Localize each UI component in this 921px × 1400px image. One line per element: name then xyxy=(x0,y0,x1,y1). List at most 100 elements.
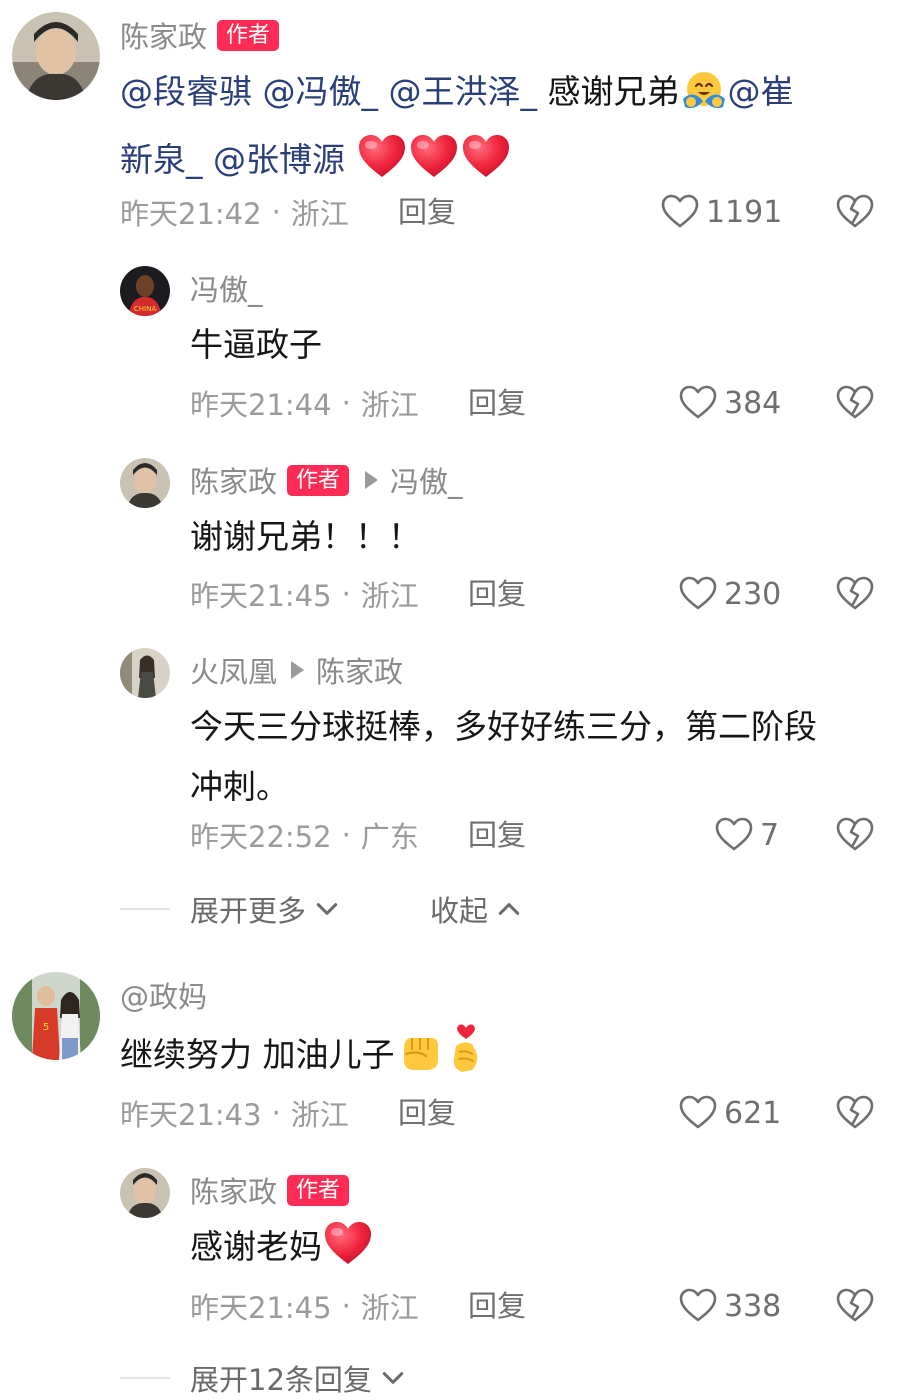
heart-outline-icon xyxy=(678,383,718,423)
comment-header: 陈家政 作者 冯傲_ xyxy=(190,460,463,500)
broken-heart-outline-icon[interactable] xyxy=(835,192,875,232)
reply-button[interactable]: 回复 xyxy=(468,383,526,423)
red-heart-emoji-icon xyxy=(409,133,459,198)
collapse-label: 收起 xyxy=(430,894,489,928)
avatar[interactable]: 5 xyxy=(12,972,100,1060)
author-name[interactable]: 陈家政 xyxy=(190,1169,277,1211)
mention-link[interactable]: @张博源 xyxy=(213,140,345,179)
chevron-up-icon xyxy=(496,896,522,922)
raised-fist-emoji-icon xyxy=(396,1026,444,1093)
collapse-button[interactable]: 收起 xyxy=(430,887,522,931)
comment-text-segment: 感谢兄弟 xyxy=(537,72,680,111)
reply-button[interactable]: 回复 xyxy=(468,574,526,614)
comment-meta: 昨天22:52 · 广东 xyxy=(190,815,419,855)
chevron-down-icon xyxy=(314,896,340,922)
red-heart-emoji-icon xyxy=(323,1220,373,1285)
broken-heart-outline-icon[interactable] xyxy=(835,1093,875,1133)
comment-meta: 昨天21:45 · 浙江 xyxy=(190,1286,419,1326)
like-button[interactable]: 7 xyxy=(714,813,779,857)
heart-outline-icon xyxy=(678,1093,718,1133)
reply-button[interactable]: 回复 xyxy=(398,1093,456,1133)
avatar[interactable] xyxy=(120,648,170,698)
timestamp: 昨天22:52 xyxy=(190,820,332,854)
like-count: 621 xyxy=(724,1095,782,1131)
reply-button[interactable]: 回复 xyxy=(468,815,526,855)
author-name[interactable]: 陈家政 xyxy=(190,459,277,501)
meta-separator: · xyxy=(341,386,351,420)
reply-to-arrow-icon xyxy=(365,471,379,489)
broken-heart-outline-icon[interactable] xyxy=(835,815,875,855)
location: 浙江 xyxy=(360,1291,419,1325)
like-count: 338 xyxy=(724,1288,782,1324)
timestamp: 昨天21:42 xyxy=(120,197,262,231)
heart-outline-icon xyxy=(660,192,700,232)
comment-text: @段睿骐 @冯傲_ @王洪泽_ 感谢兄弟 @崔新泉_ @张博源 xyxy=(120,62,880,198)
author-name[interactable]: @政妈 xyxy=(120,974,207,1016)
author-badge: 作者 xyxy=(287,1174,350,1206)
comment-text: 牛逼政子 xyxy=(190,325,322,364)
comment-item: 5 @政妈 继续努力 加油儿子 昨天21:43 · 浙江 回复 621 xyxy=(0,960,921,1140)
like-count: 384 xyxy=(724,385,782,421)
divider-line xyxy=(120,908,170,910)
expand-more-button[interactable]: 展开更多 xyxy=(190,887,340,931)
expand-replies-button[interactable]: 展开12条回复 xyxy=(190,1356,406,1400)
comment-header: 陈家政 作者 xyxy=(190,1169,350,1211)
reply-button[interactable]: 回复 xyxy=(468,1286,526,1326)
like-count: 1191 xyxy=(706,194,783,230)
timestamp: 昨天21:45 xyxy=(190,579,332,613)
reply-to-name[interactable]: 冯傲_ xyxy=(390,459,463,501)
like-button[interactable]: 1191 xyxy=(660,190,782,234)
heart-outline-icon xyxy=(714,815,754,855)
comment-text: 感谢老妈 xyxy=(190,1217,374,1285)
like-button[interactable]: 230 xyxy=(678,572,781,616)
mention-link[interactable]: @崔 xyxy=(728,72,794,111)
broken-heart-outline-icon[interactable] xyxy=(835,1286,875,1326)
reply-item: 陈家政 作者 感谢老妈 昨天21:45 · 浙江 回复 338 xyxy=(0,1160,921,1330)
comment-header: @政妈 xyxy=(120,975,207,1015)
comment-item: 陈家政 作者 @段睿骐 @冯傲_ @王洪泽_ 感谢兄弟 @崔 新泉_ @张博源 昨… xyxy=(0,0,921,250)
comment-header: 冯傲_ xyxy=(190,268,263,308)
reply-item: 火凤凰 陈家政 今天三分球挺棒，多好好练三分，第二阶段 冲刺。 昨天22:52 … xyxy=(0,640,921,860)
author-name[interactable]: 冯傲_ xyxy=(190,267,263,309)
reply-item: 陈家政 作者 冯傲_ 谢谢兄弟！！！ 昨天21:45 · 浙江 回复 230 xyxy=(0,450,921,620)
comment-text: 今天三分球挺棒，多好好练三分，第二阶段 冲刺。 xyxy=(190,697,890,817)
like-button[interactable]: 621 xyxy=(678,1091,781,1135)
author-name[interactable]: 陈家政 xyxy=(120,14,207,56)
like-count: 230 xyxy=(724,576,782,612)
reply-to-name[interactable]: 陈家政 xyxy=(316,649,403,691)
location: 浙江 xyxy=(360,388,419,422)
like-count: 7 xyxy=(760,817,780,853)
mention-link[interactable]: @冯傲_ xyxy=(263,72,379,111)
mention-link[interactable]: @段睿骐 xyxy=(120,72,252,111)
mention-link[interactable]: @王洪泽_ xyxy=(389,72,538,111)
svg-text:CHINA: CHINA xyxy=(134,305,156,313)
comment-meta: 昨天21:45 · 浙江 xyxy=(190,574,419,614)
comment-meta: 昨天21:43 · 浙江 xyxy=(120,1093,349,1133)
comment-text-line: 今天三分球挺棒，多好好练三分，第二阶段 xyxy=(190,707,817,746)
meta-separator: · xyxy=(341,1289,351,1323)
chevron-down-icon xyxy=(380,1365,406,1391)
avatar[interactable] xyxy=(120,458,170,508)
timestamp: 昨天21:45 xyxy=(190,1291,332,1325)
red-heart-emoji-icon xyxy=(461,133,511,198)
avatar[interactable]: CHINA xyxy=(120,266,170,316)
comment-text: 继续努力 加油儿子 xyxy=(120,1022,489,1093)
like-button[interactable]: 338 xyxy=(678,1284,781,1328)
timestamp: 昨天21:43 xyxy=(120,1098,262,1132)
location: 浙江 xyxy=(290,1098,349,1132)
red-heart-emoji-icon xyxy=(357,133,407,198)
broken-heart-outline-icon[interactable] xyxy=(835,574,875,614)
avatar[interactable] xyxy=(120,1168,170,1218)
avatar[interactable] xyxy=(12,12,100,100)
author-name[interactable]: 火凤凰 xyxy=(190,649,277,691)
meta-separator: · xyxy=(341,818,351,852)
like-button[interactable]: 384 xyxy=(678,381,781,425)
mention-link[interactable]: 新泉_ xyxy=(120,140,203,179)
meta-separator: · xyxy=(271,195,281,229)
reply-item: CHINA 冯傲_ 牛逼政子 昨天21:44 · 浙江 回复 384 xyxy=(0,260,921,430)
broken-heart-outline-icon[interactable] xyxy=(835,383,875,423)
location: 浙江 xyxy=(360,579,419,613)
reply-button[interactable]: 回复 xyxy=(398,192,456,232)
divider-line xyxy=(120,1377,170,1379)
heart-outline-icon xyxy=(678,574,718,614)
